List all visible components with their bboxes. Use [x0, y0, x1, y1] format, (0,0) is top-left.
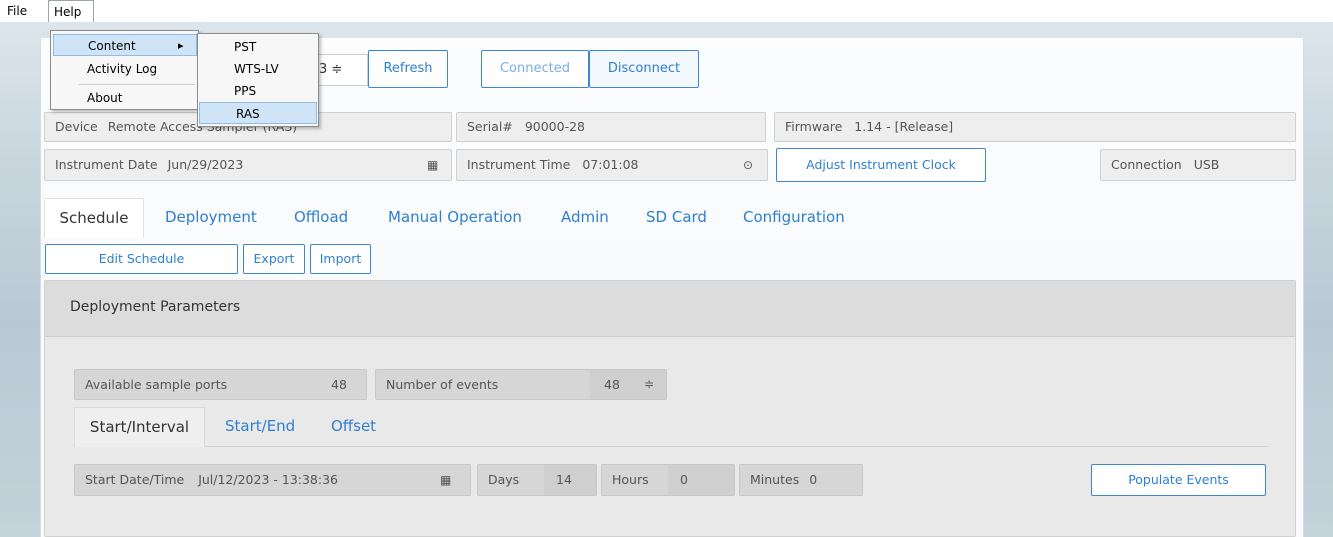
connection-field: Connection USB	[1100, 149, 1296, 181]
populate-events-button[interactable]: Populate Events	[1091, 464, 1266, 496]
edit-schedule-button[interactable]: Edit Schedule	[45, 244, 238, 274]
hours-label: Hours	[612, 472, 649, 487]
minutes-label: Minutes	[750, 472, 800, 487]
start-date-label: Start Date/Time	[85, 472, 185, 487]
submenu-item-wts-lv[interactable]: WTS-LV	[198, 58, 318, 80]
connection-value: USB	[1193, 157, 1220, 172]
content-submenu: PST WTS-LV PPS RAS	[197, 33, 319, 127]
serial-label: Serial#	[467, 119, 513, 134]
tab-configuration[interactable]: Configuration	[743, 198, 845, 236]
export-button[interactable]: Export	[243, 244, 305, 274]
instrument-time-value: 07:01:08	[582, 157, 639, 172]
available-ports-field: Available sample ports 48	[74, 369, 367, 400]
calendar-icon[interactable]: ▦	[427, 150, 438, 180]
menu-bar: File Help	[0, 0, 1333, 22]
submenu-item-pps[interactable]: PPS	[198, 80, 318, 102]
number-of-events-label: Number of events	[386, 377, 499, 392]
menu-help[interactable]: Help	[48, 0, 94, 22]
panel-header: Deployment Parameters	[45, 281, 1295, 337]
main-tabs: Schedule Deployment Offload Manual Opera…	[44, 198, 1296, 238]
instrument-date-value: Jun/29/2023	[167, 157, 244, 172]
tab-schedule[interactable]: Schedule	[44, 198, 144, 238]
connection-label: Connection	[1111, 157, 1182, 172]
port-select-value: 3 ≑	[319, 62, 343, 77]
sub-tabs: Start/Interval Start/End Offset	[74, 407, 1270, 447]
serial-field: Serial# 90000-28	[456, 112, 766, 142]
instrument-date-field[interactable]: Instrument Date Jun/29/2023 ▦	[44, 149, 452, 181]
panel-title: Deployment Parameters	[70, 299, 241, 315]
firmware-field: Firmware 1.14 - [Release]	[774, 112, 1296, 142]
serial-value: 90000-28	[524, 119, 586, 134]
minutes-field[interactable]: Minutes 0	[739, 464, 863, 496]
menu-item-content-label: Content	[88, 39, 136, 53]
import-button[interactable]: Import	[310, 244, 371, 274]
help-menu: Content ▸ Activity Log About	[50, 30, 199, 110]
device-label: Device	[55, 119, 98, 134]
number-of-events-field[interactable]: Number of events 48 ≑	[375, 369, 667, 400]
connected-button[interactable]: Connected	[481, 50, 589, 88]
tab-offload[interactable]: Offload	[294, 198, 348, 236]
menu-item-content[interactable]: Content ▸	[53, 34, 197, 56]
subtab-offset[interactable]: Offset	[331, 407, 376, 445]
chevron-right-icon: ▸	[178, 39, 184, 52]
start-date-field[interactable]: Start Date/Time Jul/12/2023 - 13:38:36 ▦	[74, 464, 471, 496]
tab-admin[interactable]: Admin	[561, 198, 609, 236]
subtab-start-end[interactable]: Start/End	[225, 407, 295, 445]
days-label: Days	[488, 472, 520, 487]
subtab-start-interval[interactable]: Start/Interval	[74, 407, 205, 447]
days-field[interactable]: Days 14	[477, 464, 597, 496]
deployment-parameters-panel: Deployment Parameters Available sample p…	[44, 280, 1296, 537]
menu-item-activity-log[interactable]: Activity Log	[53, 58, 197, 80]
clock-icon[interactable]: ⊙	[743, 150, 753, 180]
start-date-value: Jul/12/2023 - 13:38:36	[198, 472, 339, 487]
firmware-value: 1.14 - [Release]	[854, 119, 954, 134]
days-value[interactable]: 14	[544, 465, 596, 495]
menu-separator	[79, 84, 195, 85]
instrument-time-label: Instrument Time	[467, 157, 571, 172]
hours-value[interactable]: 0	[668, 465, 734, 495]
instrument-date-label: Instrument Date	[55, 157, 158, 172]
tab-deployment[interactable]: Deployment	[165, 198, 257, 236]
menu-item-about[interactable]: About	[53, 87, 197, 109]
available-ports-label: Available sample ports	[85, 377, 228, 392]
submenu-item-ras[interactable]: RAS	[199, 102, 317, 124]
instrument-time-field[interactable]: Instrument Time 07:01:08 ⊙	[456, 149, 768, 181]
adjust-clock-button[interactable]: Adjust Instrument Clock	[776, 148, 986, 182]
disconnect-button[interactable]: Disconnect	[589, 50, 699, 88]
tab-manual-operation[interactable]: Manual Operation	[388, 198, 522, 236]
refresh-button[interactable]: Refresh	[368, 50, 448, 88]
spinner-icon[interactable]: ≑	[644, 370, 654, 399]
calendar-icon[interactable]: ▦	[440, 465, 451, 495]
menu-file[interactable]: File	[2, 0, 32, 22]
submenu-item-pst[interactable]: PST	[198, 36, 318, 58]
hours-field[interactable]: Hours 0	[601, 464, 735, 496]
port-select[interactable]: 3 ≑	[312, 54, 368, 86]
minutes-value[interactable]: 0	[809, 472, 817, 487]
available-ports-value: 48	[331, 377, 347, 392]
number-of-events-value[interactable]: 48	[590, 370, 666, 399]
firmware-label: Firmware	[785, 119, 843, 134]
tab-sd-card[interactable]: SD Card	[646, 198, 707, 236]
